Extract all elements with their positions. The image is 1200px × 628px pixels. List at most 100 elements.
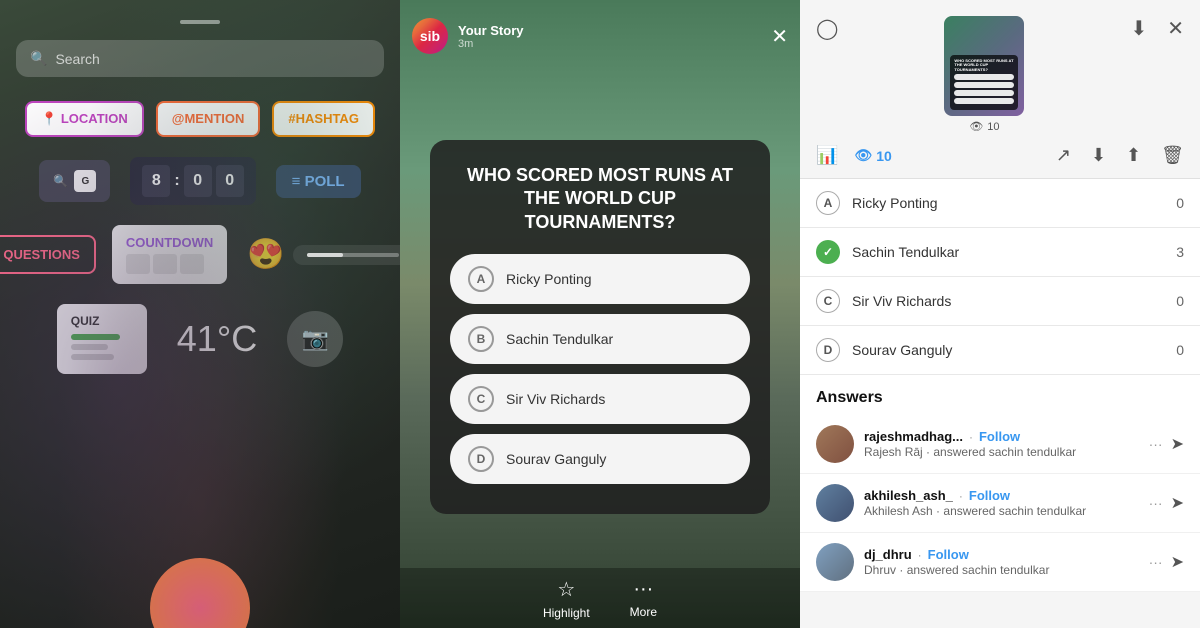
- user-answer-text-3: Dhruv · answered sachin tendulkar: [864, 563, 1139, 577]
- search-bar[interactable]: 🔍 Search: [16, 40, 384, 77]
- more-dots-2[interactable]: ···: [1149, 495, 1163, 511]
- trend-icon[interactable]: ↗: [1056, 145, 1071, 166]
- quiz-card: WHO SCORED MOST RUNS AT THE WORLD CUP TO…: [430, 140, 770, 514]
- download-icon[interactable]: ⬇: [1130, 16, 1147, 41]
- analytics-icon-row: ◯: [816, 16, 838, 41]
- analytics-panel: ◯ WHO SCORED MOST RUNS AT THE WORLD CUP …: [800, 0, 1200, 628]
- more-dots-1[interactable]: ···: [1149, 436, 1163, 452]
- highlight-label: Highlight: [543, 606, 590, 620]
- more-dots-3[interactable]: ···: [1149, 554, 1163, 570]
- share-icon[interactable]: ⬆: [1126, 145, 1141, 166]
- more-icon: ···: [633, 578, 653, 601]
- gif-sticker[interactable]: 🔍 G: [39, 160, 110, 202]
- quiz-option-d[interactable]: D Sourav Ganguly: [450, 434, 750, 484]
- gif-label: G: [74, 170, 96, 192]
- temperature-sticker[interactable]: 41°C: [177, 318, 257, 360]
- countdown-mini-sticker[interactable]: 8 : 0 0: [130, 157, 255, 205]
- hashtag-sticker[interactable]: #HASHTAG: [272, 101, 375, 137]
- option-text-a: Ricky Ponting: [506, 271, 592, 287]
- views-count-number: 10: [876, 148, 892, 164]
- answer-row-b: ✓ Sachin Tendulkar 3: [800, 228, 1200, 277]
- user-avatar-2: [816, 484, 854, 522]
- delete-icon[interactable]: 🗑: [1161, 145, 1184, 166]
- story-thumbnail-container: WHO SCORED MOST RUNS AT THE WORLD CUP TO…: [944, 16, 1024, 133]
- story-username: Your Story: [458, 23, 761, 38]
- highlight-button[interactable]: ☆ Highlight: [543, 577, 590, 620]
- send-icon-1[interactable]: ➤: [1171, 434, 1184, 454]
- user-answer-row-1: rajeshmadhag... · Follow Rajesh Rāj · an…: [800, 415, 1200, 474]
- camera-icon: 📷: [302, 326, 329, 352]
- user-name-row-1: rajeshmadhag... · Follow: [864, 429, 1139, 444]
- quiz-question: WHO SCORED MOST RUNS AT THE WORLD CUP TO…: [450, 164, 750, 234]
- quiz-option-c[interactable]: C Sir Viv Richards: [450, 374, 750, 424]
- sticker-row-quiz: QUIZ 41°C 📷: [57, 304, 343, 374]
- save-icon[interactable]: ⬇: [1091, 145, 1106, 166]
- notification-icon: ◯: [816, 16, 838, 41]
- option-text-c: Sir Viv Richards: [506, 391, 605, 407]
- follow-button-1[interactable]: Follow: [979, 429, 1020, 444]
- user-name-row-3: dj_dhru · Follow: [864, 547, 1139, 562]
- thumb-option-4: [954, 98, 1014, 104]
- send-icon-2[interactable]: ➤: [1171, 493, 1184, 513]
- option-letter-d: D: [468, 446, 494, 472]
- answer-letter-a: A: [816, 191, 840, 215]
- mention-sticker[interactable]: @MENTION: [156, 101, 261, 137]
- analytics-top-right-icons: ⬇ ✕: [1130, 16, 1184, 41]
- views-count: 👁 10: [854, 147, 891, 164]
- quiz-option-a[interactable]: A Ricky Ponting: [450, 254, 750, 304]
- thumb-option-2: [954, 82, 1014, 88]
- answer-row-a: A Ricky Ponting 0: [800, 179, 1200, 228]
- quiz-label: QUIZ: [71, 314, 133, 328]
- user-handle-1: rajeshmadhag...: [864, 429, 963, 444]
- user-answer-text-2: Akhilesh Ash · answered sachin tendulkar: [864, 504, 1139, 518]
- questions-sticker[interactable]: QUESTIONS: [0, 235, 96, 274]
- camera-sticker[interactable]: 📷: [287, 311, 343, 367]
- answer-name-a: Ricky Ponting: [852, 195, 1164, 211]
- answer-letter-b: ✓: [816, 240, 840, 264]
- user-name-row-2: akhilesh_ash_ · Follow: [864, 488, 1139, 503]
- thumb-quiz-mini: WHO SCORED MOST RUNS AT THE WORLD CUP TO…: [950, 55, 1018, 110]
- user-actions-3: ··· ➤: [1149, 552, 1184, 572]
- dot-sep-2: ·: [959, 489, 963, 503]
- slider-fill: [307, 253, 344, 257]
- quiz-sticker[interactable]: QUIZ: [57, 304, 147, 374]
- actions-right: ↗ ⬇ ⬆ 🗑: [1056, 145, 1184, 166]
- countdown-sticker[interactable]: COUNTDOWN: [112, 225, 227, 284]
- story-header: sib Your Story 3m ✕: [400, 18, 800, 54]
- bar-chart-icon: 📊: [816, 145, 838, 166]
- user-answer-row-3: dj_dhru · Follow Dhruv · answered sachin…: [800, 533, 1200, 592]
- emoji-sticker[interactable]: 😍: [247, 237, 284, 272]
- more-label: More: [630, 605, 657, 619]
- more-button[interactable]: ··· More: [630, 578, 657, 619]
- answer-name-d: Sourav Ganguly: [852, 342, 1164, 358]
- story-avatar: sib: [412, 18, 448, 54]
- sticker-row-tags: 📍 LOCATION @MENTION #HASHTAG: [25, 101, 375, 137]
- user-answer-row-2: akhilesh_ash_ · Follow Akhilesh Ash · an…: [800, 474, 1200, 533]
- story-thumbnail[interactable]: WHO SCORED MOST RUNS AT THE WORLD CUP TO…: [944, 16, 1024, 116]
- close-analytics-icon[interactable]: ✕: [1167, 16, 1184, 41]
- countdown-boxes: [126, 254, 213, 274]
- story-footer: ☆ Highlight ··· More: [400, 568, 800, 628]
- location-sticker[interactable]: 📍 LOCATION: [25, 101, 144, 137]
- story-user-info: Your Story 3m: [458, 23, 761, 50]
- follow-button-3[interactable]: Follow: [928, 547, 969, 562]
- slider-track: [307, 253, 399, 257]
- follow-button-2[interactable]: Follow: [969, 488, 1010, 503]
- option-letter-c: C: [468, 386, 494, 412]
- answer-name-c: Sir Viv Richards: [852, 293, 1164, 309]
- slider-sticker[interactable]: [293, 245, 400, 265]
- story-time: 3m: [458, 38, 761, 50]
- answer-count-c: 0: [1176, 293, 1184, 309]
- answer-letter-d: D: [816, 338, 840, 362]
- send-icon-3[interactable]: ➤: [1171, 552, 1184, 572]
- poll-sticker[interactable]: ≡ POLL: [276, 165, 361, 198]
- count-seconds: 0: [216, 165, 244, 197]
- thumb-views: 👁 10: [969, 120, 999, 133]
- quiz-option-b[interactable]: B Sachin Tendulkar: [450, 314, 750, 364]
- user-info-2: akhilesh_ash_ · Follow Akhilesh Ash · an…: [864, 488, 1139, 518]
- user-actions-2: ··· ➤: [1149, 493, 1184, 513]
- close-icon[interactable]: ✕: [771, 24, 788, 49]
- answer-name-b: Sachin Tendulkar: [852, 244, 1164, 260]
- actions-left: 📊 👁 10: [816, 145, 892, 166]
- option-text-d: Sourav Ganguly: [506, 451, 606, 467]
